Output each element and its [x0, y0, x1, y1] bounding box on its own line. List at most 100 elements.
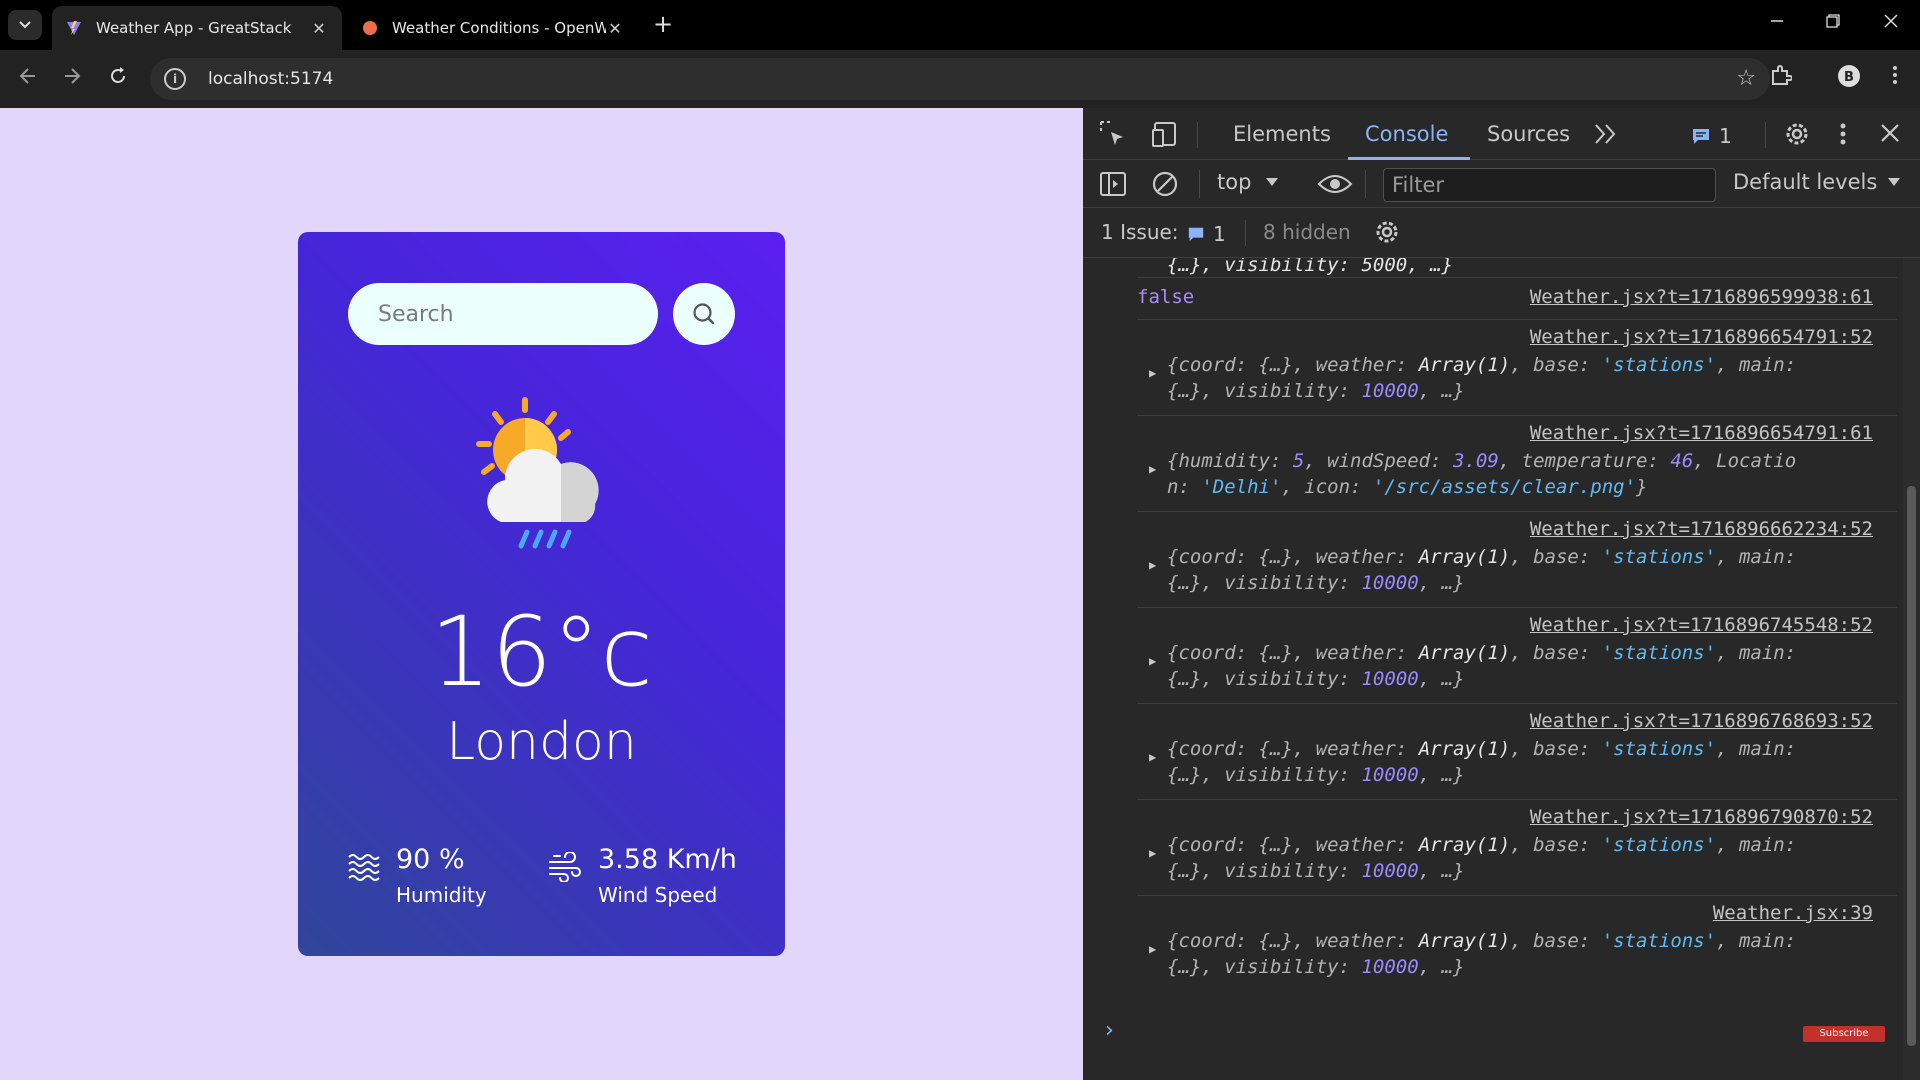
object-key: , …} [1418, 572, 1465, 594]
messages-count: 1 [1719, 124, 1732, 148]
settings-gear-icon[interactable] [1783, 120, 1811, 152]
tab-sources[interactable]: Sources [1487, 122, 1570, 146]
console-source-link[interactable]: Weather.jsx?t=1716896654791:61 [1530, 422, 1873, 444]
extensions-puzzle-icon[interactable] [1766, 64, 1796, 92]
object-value: 10000 [1361, 860, 1419, 882]
humidity-waves-icon [348, 854, 380, 881]
weather-card: 16°c London 90 % Humidity [298, 232, 785, 956]
console-line: {coord: {…}, weather: Array(1), base: 's… [1167, 354, 1796, 376]
console-source-link[interactable]: Weather.jsx?t=1716896745548:52 [1530, 614, 1873, 636]
bookmark-star-icon[interactable]: ☆ [1736, 66, 1756, 91]
close-tab-icon[interactable]: ✕ [310, 19, 328, 38]
vite-favicon-icon [67, 21, 81, 35]
address-bar[interactable]: i localhost:5174 ☆ [150, 58, 1770, 100]
expand-triangle-icon[interactable]: ▶ [1149, 654, 1156, 668]
console-source-link[interactable]: Weather.jsx?t=1716896768693:52 [1530, 710, 1873, 732]
openweather-favicon-icon [363, 21, 377, 35]
search-button[interactable] [673, 283, 735, 345]
browser-tab-openweather[interactable]: Weather Conditions - OpenWea ✕ [348, 6, 638, 50]
browser-menu-icon[interactable] [1880, 64, 1910, 92]
expand-triangle-icon[interactable]: ▶ [1149, 942, 1156, 956]
messages-badge[interactable]: 1 [1691, 124, 1732, 148]
sidebar-toggle-icon[interactable] [1099, 170, 1127, 202]
object-value: 'stations' [1601, 546, 1717, 568]
divider [1245, 220, 1246, 246]
message-icon [1693, 129, 1709, 144]
console-source-link[interactable]: Weather.jsx?t=1716896654791:52 [1530, 326, 1873, 348]
hidden-count[interactable]: 8 hidden [1263, 220, 1351, 244]
tab-elements[interactable]: Elements [1233, 122, 1331, 146]
search-input[interactable] [348, 283, 658, 345]
more-tabs-chevron-icon[interactable] [1593, 122, 1619, 150]
object-key: } [1636, 476, 1648, 498]
object-value: 'Delhi' [1201, 476, 1282, 498]
console-source-link[interactable]: Weather.jsx?t=1716896599938:61 [1530, 286, 1873, 308]
object-key: {…} [1167, 380, 1202, 402]
browser-tab-weather-app[interactable]: Weather App - GreatStack ✕ [52, 6, 342, 50]
expand-triangle-icon[interactable]: ▶ [1149, 750, 1156, 764]
close-devtools-icon[interactable] [1879, 122, 1901, 148]
tab-search-button[interactable] [8, 10, 42, 40]
context-selector[interactable]: top [1217, 170, 1279, 194]
divider [1365, 170, 1366, 198]
expand-triangle-icon[interactable]: ▶ [1149, 558, 1156, 572]
object-value: Array(1) [1418, 930, 1511, 952]
tab-console[interactable]: Console [1365, 122, 1448, 146]
minimize-icon[interactable] [1762, 12, 1792, 33]
object-value: '/src/assets/clear.png' [1372, 476, 1637, 498]
object-key: , main: [1716, 834, 1797, 856]
object-key: {…} [1167, 572, 1202, 594]
console-line: {…}, visibility: 10000, …} [1167, 380, 1464, 402]
inspect-element-icon[interactable] [1099, 120, 1127, 152]
console-source-link[interactable]: Weather.jsx:39 [1713, 902, 1873, 924]
object-value: Array(1) [1418, 642, 1511, 664]
new-tab-button[interactable]: + [650, 12, 676, 38]
issues-count-badge[interactable]: 1 [1187, 222, 1226, 246]
object-value: 10000 [1361, 956, 1419, 978]
close-tab-icon[interactable]: ✕ [606, 19, 624, 38]
forward-icon[interactable] [58, 66, 86, 92]
restore-icon[interactable] [1818, 12, 1848, 33]
object-key: n: [1167, 476, 1202, 498]
wind-icon [549, 852, 581, 882]
console-filter-input[interactable]: Filter [1383, 168, 1716, 202]
site-info-icon[interactable]: i [164, 68, 186, 90]
scrollbar-thumb[interactable] [1907, 486, 1916, 1046]
object-key: , main: [1716, 642, 1797, 664]
expand-triangle-icon[interactable]: ▶ [1149, 462, 1156, 476]
object-key: {…} [1258, 642, 1293, 664]
console-settings-gear-icon[interactable] [1373, 218, 1401, 250]
profile-avatar-icon[interactable]: B [1834, 64, 1864, 94]
window-close-icon[interactable] [1876, 12, 1906, 33]
back-icon[interactable] [14, 66, 42, 92]
console-source-link[interactable]: Weather.jsx?t=1716896662234:52 [1530, 518, 1873, 540]
object-key: , main: [1716, 546, 1797, 568]
wind-value: 3.58 Km/h [598, 844, 737, 875]
object-value: 10000 [1361, 668, 1419, 690]
divider [1199, 170, 1200, 198]
devtools-tab-bar: Elements Console Sources 1 [1083, 108, 1920, 160]
console-message: Weather.jsx:39 ▶ {coord: {…}, weather: Arr… [1137, 896, 1897, 992]
svg-text:B: B [1844, 70, 1854, 85]
live-expression-eye-icon[interactable] [1317, 172, 1353, 200]
devtools-menu-icon[interactable] [1839, 122, 1847, 150]
dropdown-arrow-icon [1888, 178, 1901, 186]
partly-cloudy-rain-icon [476, 397, 599, 549]
humidity-value: 90 % [396, 844, 465, 875]
console-scrollbar[interactable] [1903, 258, 1920, 1080]
expand-triangle-icon[interactable]: ▶ [1149, 846, 1156, 860]
object-key: {humidity: [1167, 450, 1293, 472]
device-toolbar-icon[interactable] [1151, 120, 1181, 152]
expand-triangle-icon[interactable]: ▶ [1149, 366, 1156, 380]
clear-console-icon[interactable] [1151, 170, 1179, 202]
console-line: {coord: {…}, weather: Array(1), base: 's… [1167, 642, 1796, 664]
console-source-link[interactable]: Weather.jsx?t=1716896790870:52 [1530, 806, 1873, 828]
console-prompt[interactable]: › [1105, 1018, 1114, 1043]
object-key: {…} [1258, 834, 1293, 856]
tab-title: Weather Conditions - OpenWea [392, 19, 606, 37]
reload-icon[interactable] [104, 66, 132, 92]
object-key: , visibility: [1201, 380, 1362, 402]
object-value: 10000 [1361, 380, 1419, 402]
log-levels-dropdown[interactable]: Default levels [1733, 170, 1901, 194]
chevron-down-icon [19, 21, 31, 29]
